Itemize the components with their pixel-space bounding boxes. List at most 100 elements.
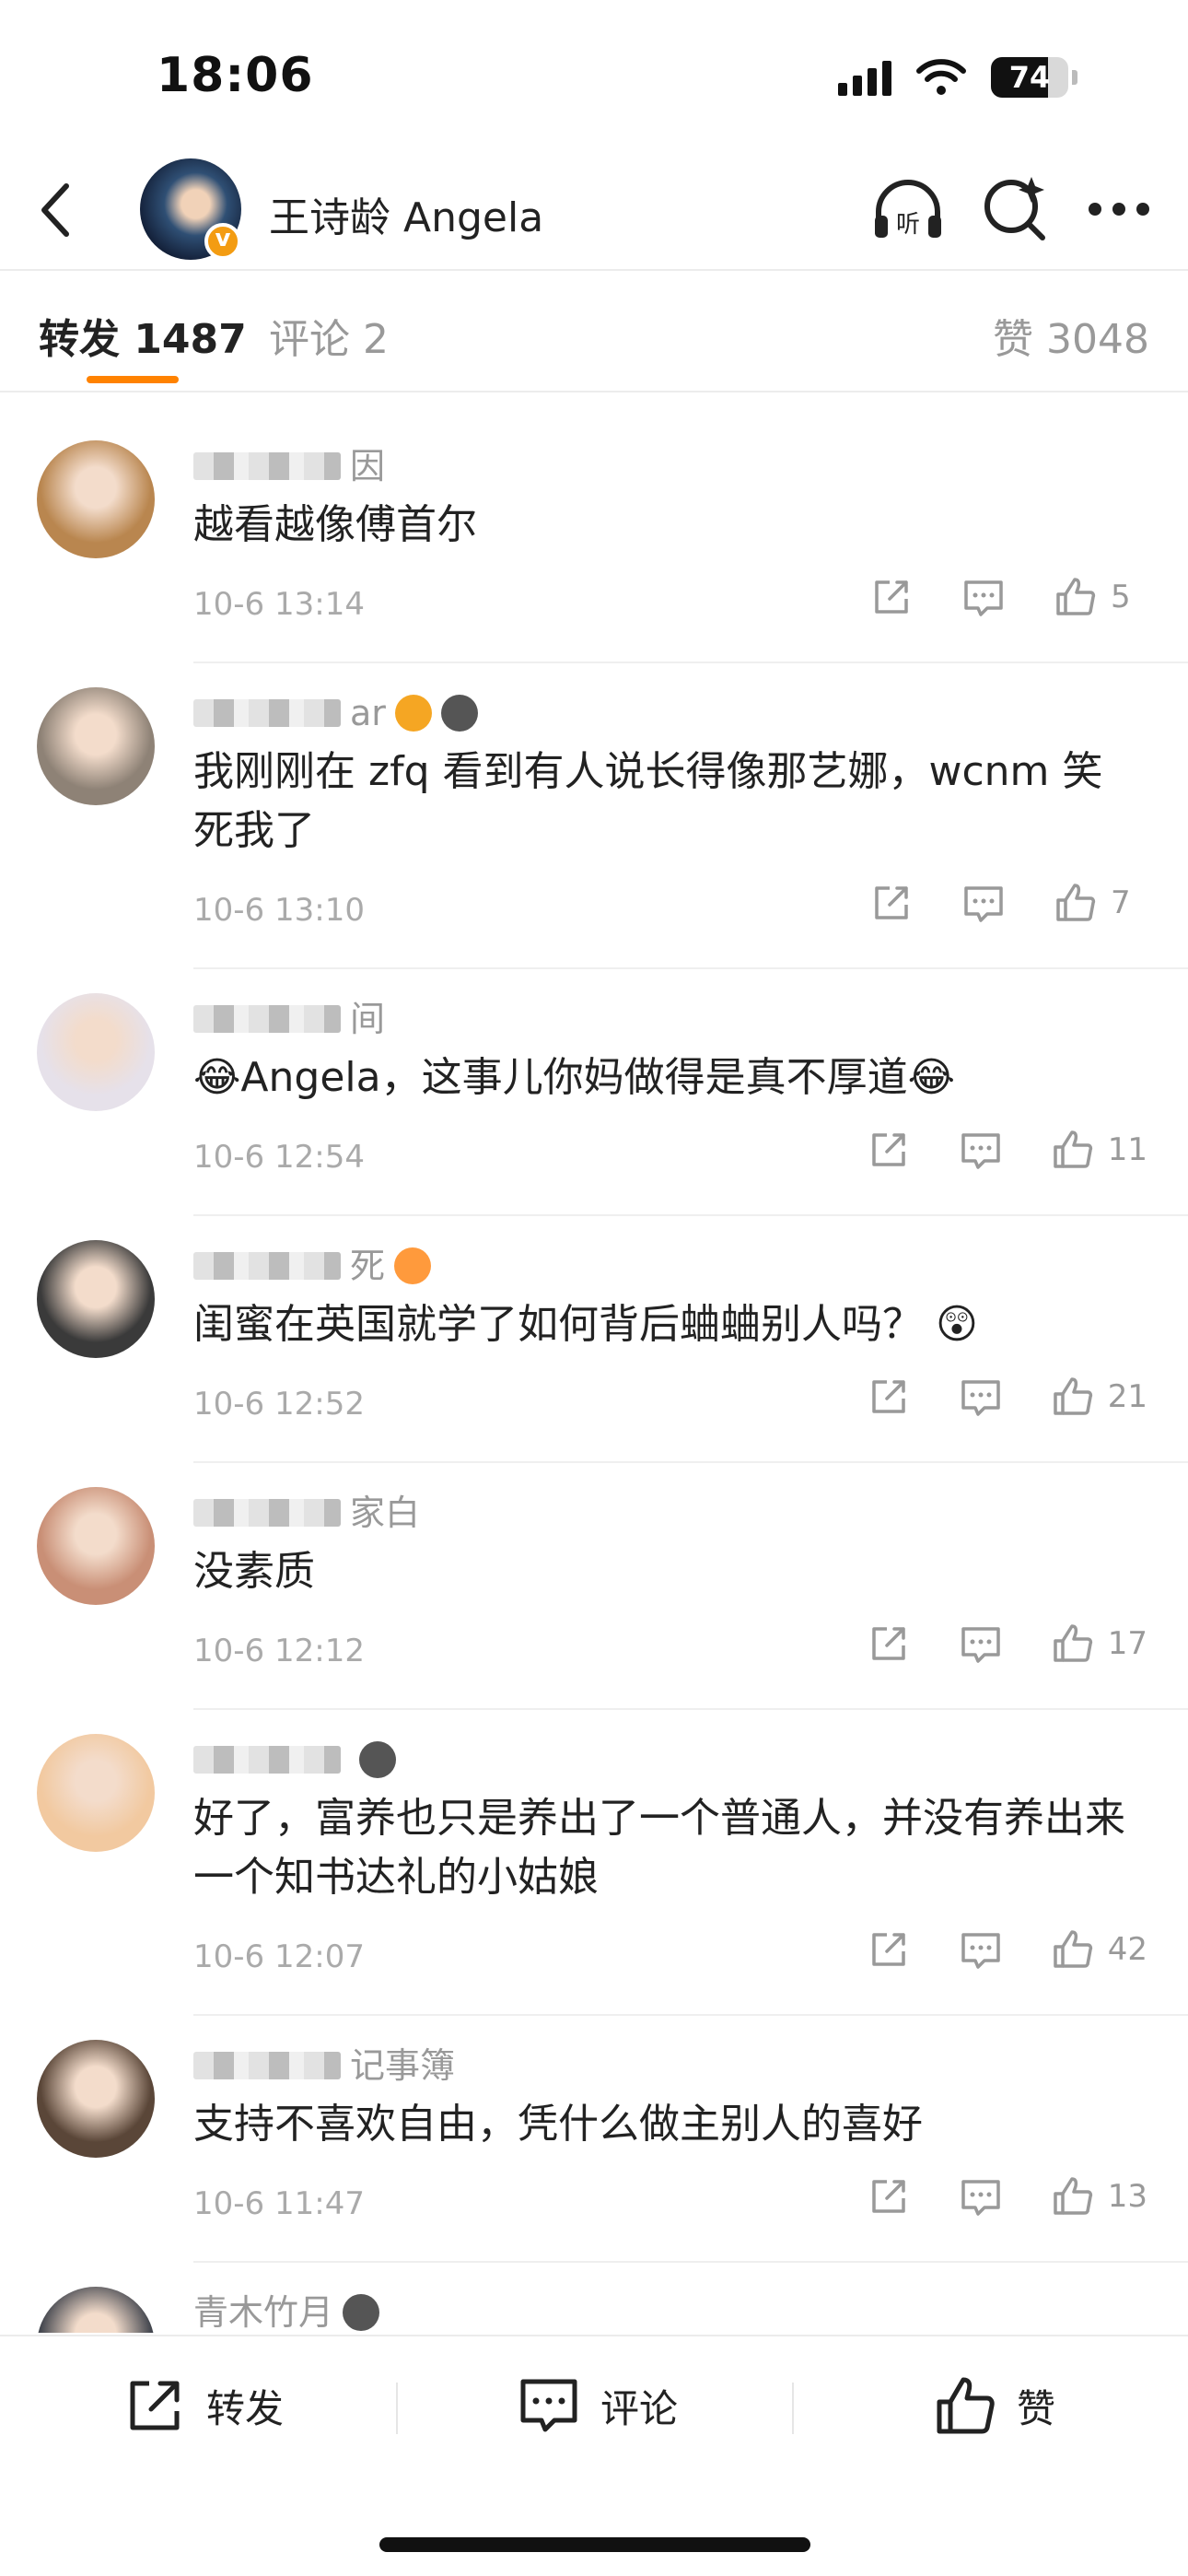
verified-badge-icon <box>204 223 241 260</box>
comment-icon[interactable] <box>961 575 1006 619</box>
username[interactable]: 记事簿 <box>193 2042 1188 2090</box>
avatar[interactable] <box>37 1240 155 1358</box>
list-item-body: ar 我刚刚在 zfq 看到有人说长得像那艺娜，wcnm 笑死我了 10-6 13:… <box>0 663 1188 967</box>
comment-icon[interactable] <box>961 881 1006 925</box>
cellular-signal-icon <box>838 59 891 96</box>
comment-icon <box>520 2379 577 2432</box>
top-nav: 王诗龄 Angela 听 <box>0 147 1188 271</box>
battery-level: 74 <box>1008 60 1051 95</box>
thumbs-up-icon[interactable] <box>1054 575 1098 619</box>
item-meta: 10-6 13:10 7 <box>193 861 1188 949</box>
tab-comment[interactable]: 评论 2 <box>269 306 389 365</box>
like-button[interactable]: 赞 <box>932 2336 1055 2475</box>
like-count: 42 <box>1107 1931 1147 1968</box>
username[interactable]: 死 <box>193 1242 1188 1290</box>
comment-icon[interactable] <box>959 1622 1003 1666</box>
comment-text: 支持不喜欢自由，凭什么做主别人的喜好 <box>193 2101 923 2148</box>
list-item[interactable]: 间 😂Angela，这事儿你妈做得是真不厚道😂 10-6 12:54 11 <box>37 969 1188 1216</box>
list-item-body: 家白 没素质 10-6 12:12 17 <box>0 1463 1188 1708</box>
repost-list[interactable]: 因越看越像傅首尔 10-6 13:14 5 ar 我刚刚在 zfq 看到有人说长得像那艺… <box>0 416 1188 2333</box>
username-text: ar <box>350 693 386 733</box>
item-meta: 10-6 12:52 21 <box>193 1354 1188 1443</box>
headphones-icon[interactable]: 听 <box>869 171 947 249</box>
tab-divider <box>0 391 1188 392</box>
wifi-icon <box>916 59 966 95</box>
profile-name[interactable]: 王诗龄 Angela <box>269 184 543 243</box>
thumbs-up-icon[interactable] <box>1051 1927 1095 1972</box>
comment-icon[interactable] <box>959 1927 1003 1972</box>
share-icon[interactable] <box>869 881 914 925</box>
tab-repost[interactable]: 转发 1487 <box>39 306 247 365</box>
thumbs-up-icon <box>937 2377 995 2434</box>
avatar[interactable] <box>37 1734 155 1852</box>
list-item[interactable]: 死闺蜜在英国就学了如何背后蛐蛐别人吗？ 😲 10-6 12:52 21 <box>37 1216 1188 1463</box>
panda-badge-icon <box>440 695 478 732</box>
back-icon[interactable] <box>29 173 85 247</box>
item-actions: 11 <box>819 1128 1147 1172</box>
list-item[interactable]: 记事簿 支持不喜欢自由，凭什么做主别人的喜好 10-6 11:47 13 <box>37 2016 1188 2263</box>
item-meta: 10-6 13:14 5 <box>193 555 1188 643</box>
list-item[interactable]: 好了，富养也只是养出了一个普通人，并没有养出来一个知书达礼的小姑娘 10-6 12… <box>37 1710 1188 2016</box>
list-item[interactable]: ar 我刚刚在 zfq 看到有人说长得像那艺娜，wcnm 笑死我了 10-6 13:… <box>37 663 1188 969</box>
share-icon[interactable] <box>867 1927 911 1972</box>
comment-icon[interactable] <box>959 1128 1003 1172</box>
username-text: 青木竹月 <box>193 2292 334 2333</box>
username[interactable] <box>193 1736 1188 1784</box>
avatar[interactable] <box>37 1487 155 1605</box>
share-icon[interactable] <box>867 1622 911 1666</box>
list-item[interactable]: 家白 没素质 10-6 12:12 17 <box>37 1463 1188 1710</box>
item-actions: 21 <box>819 1375 1147 1419</box>
comment-icon[interactable] <box>959 2174 1003 2219</box>
username[interactable]: 间 <box>193 995 1188 1043</box>
username[interactable]: ar <box>193 689 1188 737</box>
like-count: 13 <box>1107 2178 1147 2215</box>
thumbs-up-icon[interactable] <box>1051 1128 1095 1172</box>
header-divider <box>0 269 1188 271</box>
blurred-username <box>193 2052 341 2079</box>
list-item[interactable]: 青木竹月娜英娜如果有王诗龄的家世估计也会被底层套成功富 <box>37 2263 1188 2333</box>
timestamp: 10-6 12:12 <box>193 1633 365 1669</box>
tab-like[interactable]: 赞 3048 <box>993 306 1149 365</box>
comment-text: 我刚刚在 zfq 看到有人说长得像那艺娜，wcnm 笑死我了 <box>193 748 1103 854</box>
item-meta: 10-6 12:12 17 <box>193 1601 1188 1690</box>
list-item-body: 青木竹月娜英娜如果有王诗龄的家世估计也会被底层套成功富 <box>0 2263 1188 2333</box>
thumbs-up-icon[interactable] <box>1051 1622 1095 1666</box>
avatar[interactable] <box>37 2040 155 2158</box>
avatar[interactable] <box>37 440 155 558</box>
item-actions: 13 <box>819 2174 1147 2219</box>
status-time: 18:06 <box>157 48 314 103</box>
search-icon[interactable] <box>980 171 1050 245</box>
status-icons: 74 <box>838 57 1077 98</box>
blurred-username <box>193 452 341 480</box>
comment-icon[interactable] <box>959 1375 1003 1419</box>
avatar[interactable] <box>37 2287 155 2333</box>
repost-button-label: 转发 <box>206 2385 285 2431</box>
avatar[interactable] <box>37 993 155 1111</box>
username[interactable]: 青木竹月 <box>193 2289 1188 2333</box>
blurred-username <box>193 1746 341 1774</box>
username[interactable]: 家白 <box>193 1489 1188 1537</box>
list-item-body: 记事簿 支持不喜欢自由，凭什么做主别人的喜好 10-6 11:47 13 <box>0 2016 1188 2261</box>
more-icon[interactable] <box>1087 201 1151 217</box>
like-button-label: 赞 <box>1017 2385 1056 2431</box>
username[interactable]: 因 <box>193 442 1188 490</box>
comment-button[interactable]: 评论 <box>516 2336 678 2475</box>
thumbs-up-icon[interactable] <box>1051 1375 1095 1419</box>
home-indicator <box>379 2537 810 2552</box>
item-actions: 7 <box>821 881 1147 925</box>
avatar[interactable] <box>37 687 155 805</box>
share-icon[interactable] <box>867 1128 911 1172</box>
share-icon[interactable] <box>869 575 914 619</box>
repost-button[interactable]: 转发 <box>122 2336 284 2475</box>
username-text: 死 <box>350 1246 386 1286</box>
timestamp: 10-6 12:07 <box>193 1938 365 1975</box>
blurred-username <box>193 1005 341 1033</box>
list-item[interactable]: 因越看越像傅首尔 10-6 13:14 5 <box>37 416 1188 663</box>
thumbs-up-icon[interactable] <box>1051 2174 1095 2219</box>
thumbs-up-icon[interactable] <box>1054 881 1098 925</box>
share-icon[interactable] <box>867 2174 911 2219</box>
share-icon[interactable] <box>867 1375 911 1419</box>
list-item-body: 好了，富养也只是养出了一个普通人，并没有养出来一个知书达礼的小姑娘 10-6 12… <box>0 1710 1188 2014</box>
list-item-body: 间 😂Angela，这事儿你妈做得是真不厚道😂 10-6 12:54 11 <box>0 969 1188 1214</box>
like-count: 17 <box>1107 1625 1147 1662</box>
